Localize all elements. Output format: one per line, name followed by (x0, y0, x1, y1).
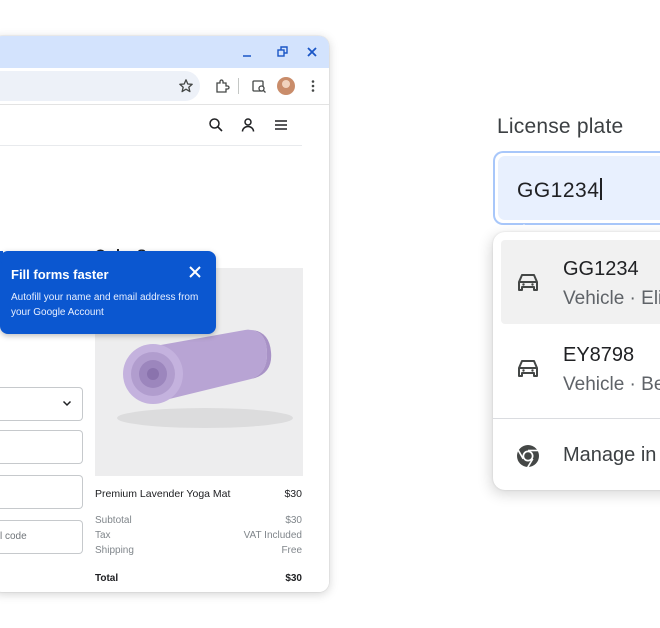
bubble-title: Fill forms faster (11, 267, 109, 282)
restore-button[interactable] (273, 42, 293, 62)
search-icon[interactable] (208, 117, 224, 133)
total-value: $30 (285, 573, 302, 584)
shipping-label: Shipping (95, 545, 134, 556)
city-field[interactable] (0, 475, 83, 509)
title-bar (0, 36, 329, 68)
suggestion-item[interactable]: EY8798 Vehicle · Be (501, 326, 660, 410)
manage-label: Manage in (563, 444, 657, 466)
subtotal-label: Subtotal (95, 515, 132, 526)
suggestion-main-text: GG1234 (563, 258, 639, 280)
country-select[interactable] (0, 387, 83, 421)
input-autofill-fill: GG1234 (498, 156, 660, 220)
reading-list-icon[interactable] (251, 78, 267, 94)
suggestion-sub-text: Vehicle · Be (563, 374, 660, 395)
chrome-icon (517, 445, 539, 468)
address-field[interactable] (0, 430, 83, 464)
product-price: $30 (284, 488, 302, 500)
car-icon (518, 274, 538, 291)
toolbar-divider (238, 78, 239, 94)
subtotal-value: $30 (285, 515, 302, 526)
tax-label: Tax (95, 530, 111, 541)
site-header (0, 105, 302, 146)
license-plate-input[interactable]: GG1234 (493, 151, 660, 225)
omnibox[interactable] (0, 71, 200, 101)
postal-code-field[interactable]: l code (0, 520, 83, 554)
text-caret (600, 178, 603, 200)
shipping-value: Free (281, 545, 302, 556)
restore-icon (277, 46, 288, 57)
product-name: Premium Lavender Yoga Mat (95, 488, 231, 500)
profile-avatar[interactable] (277, 77, 295, 95)
star-icon[interactable] (178, 78, 194, 94)
license-plate-value: GG1234 (517, 178, 603, 203)
account-icon[interactable] (240, 117, 256, 133)
close-icon (307, 47, 317, 57)
bubble-body: Autofill your name and email address fro… (11, 292, 199, 318)
suggestion-item[interactable]: GG1234 Vehicle · Eli (501, 240, 660, 324)
autofill-suggestions-popup: GG1234 Vehicle · Eli EY8798 Vehicle · Be… (493, 232, 660, 490)
tax-value: VAT Included (243, 530, 302, 541)
web-page: l code Order Summary Premium Lavender Yo… (0, 104, 329, 592)
minimize-button[interactable] (238, 42, 258, 62)
close-icon[interactable] (188, 265, 202, 279)
postal-code-placeholder: l code (0, 531, 27, 542)
suggestion-main-text: EY8798 (563, 344, 635, 366)
chevron-down-icon (62, 400, 72, 407)
total-label: Total (95, 573, 119, 584)
menu-icon[interactable] (273, 117, 289, 133)
license-plate-label: License plate (497, 115, 624, 138)
autofill-promo-bubble: Fill forms faster Autofill your name and… (0, 251, 216, 334)
browser-toolbar (0, 68, 329, 104)
extensions-icon[interactable] (214, 78, 230, 94)
car-icon (518, 360, 538, 377)
manage-in-chrome-item[interactable]: Manage in (501, 426, 660, 486)
minimize-icon (243, 55, 251, 57)
suggestion-sub-text: Vehicle · Eli (563, 288, 660, 309)
close-window-button[interactable] (302, 42, 322, 62)
popup-divider (493, 418, 660, 419)
more-menu-icon[interactable] (305, 78, 321, 94)
